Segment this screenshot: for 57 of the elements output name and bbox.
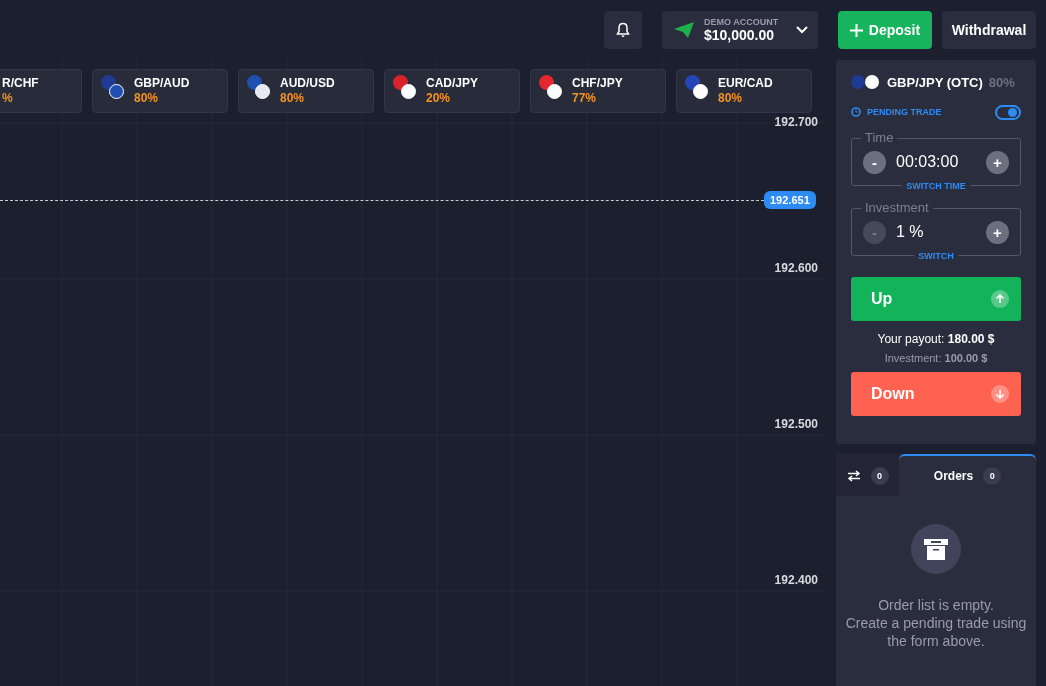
paper-plane-icon <box>674 22 694 38</box>
switch-link[interactable]: SWITCH <box>914 251 958 261</box>
field-value: 1 % <box>896 223 925 241</box>
current-price-badge: 192.651 <box>764 191 816 209</box>
account-selector[interactable]: DEMO ACCOUNT $10,000.00 <box>662 11 818 49</box>
asset-card[interactable]: GBP/AUD 80% <box>92 69 228 113</box>
asset-card[interactable]: R/CHF % <box>0 69 82 113</box>
flags-icon <box>851 75 881 89</box>
switch-link[interactable]: SWITCH TIME <box>902 181 970 191</box>
plus-button[interactable]: + <box>986 150 1009 174</box>
asset-pair: AUD/USD <box>280 75 335 91</box>
payout-text: Your payout: 180.00 $ <box>876 332 996 346</box>
pending-trade-label: PENDING TRADE <box>867 107 943 117</box>
asset-card[interactable]: AUD/USD 80% <box>238 69 374 113</box>
price-label: 192.600 <box>774 261 818 275</box>
asset-pair: R/CHF <box>2 75 39 91</box>
field-legend: Investment <box>861 200 933 215</box>
asset-pair: CAD/JPY <box>426 75 478 91</box>
asset-payout: 80% <box>988 74 1015 90</box>
price-label: 192.700 <box>774 115 818 129</box>
asset-card[interactable]: CHF/JPY 77% <box>530 69 666 113</box>
asset-payout: 20% <box>426 91 452 105</box>
asset-card[interactable]: EUR/CAD 80% <box>676 69 812 113</box>
clock-icon <box>851 107 861 117</box>
box-icon <box>923 538 949 560</box>
price-label: 192.500 <box>774 417 818 431</box>
price-label: 192.400 <box>774 573 818 587</box>
asset-pair: CHF/JPY <box>572 75 623 91</box>
count-badge: 0 <box>983 467 1002 485</box>
asset-card[interactable]: CAD/JPY 20% <box>384 69 520 113</box>
empty-message: Order list is empty. Create a pending trade using the form above. <box>844 596 1028 650</box>
asset-payout: 77% <box>572 91 598 105</box>
withdrawal-button[interactable]: Withdrawal <box>942 11 1036 49</box>
bell-icon <box>616 22 630 38</box>
chevron-down-icon <box>796 26 808 34</box>
pending-toggle[interactable] <box>995 104 1021 120</box>
swap-icon <box>846 470 861 482</box>
asset-payout: 80% <box>134 91 160 105</box>
notification-button[interactable] <box>604 11 642 49</box>
investment-text: Investment: 100.00 $ <box>883 352 989 364</box>
asset-pair: EUR/CAD <box>718 75 773 91</box>
account-type: DEMO ACCOUNT <box>704 17 780 27</box>
arrow-down-icon <box>991 385 1009 403</box>
field-legend: Time <box>861 130 898 145</box>
count-badge: 0 <box>870 467 889 485</box>
orders-tab[interactable]: 0 <box>836 454 899 496</box>
field-value: 00:03:00 <box>896 153 960 171</box>
asset-pair: GBP/JPY (OTC) <box>887 74 983 90</box>
plus-button[interactable]: + <box>986 220 1009 244</box>
minus-button[interactable]: - <box>863 150 886 174</box>
arrow-up-icon <box>991 290 1009 308</box>
asset-payout: % <box>2 91 14 105</box>
asset-pair: GBP/AUD <box>134 75 190 91</box>
account-balance: $10,000.00 <box>704 27 776 43</box>
asset-payout: 80% <box>718 91 744 105</box>
plus-icon <box>849 23 863 37</box>
asset-payout: 80% <box>280 91 306 105</box>
